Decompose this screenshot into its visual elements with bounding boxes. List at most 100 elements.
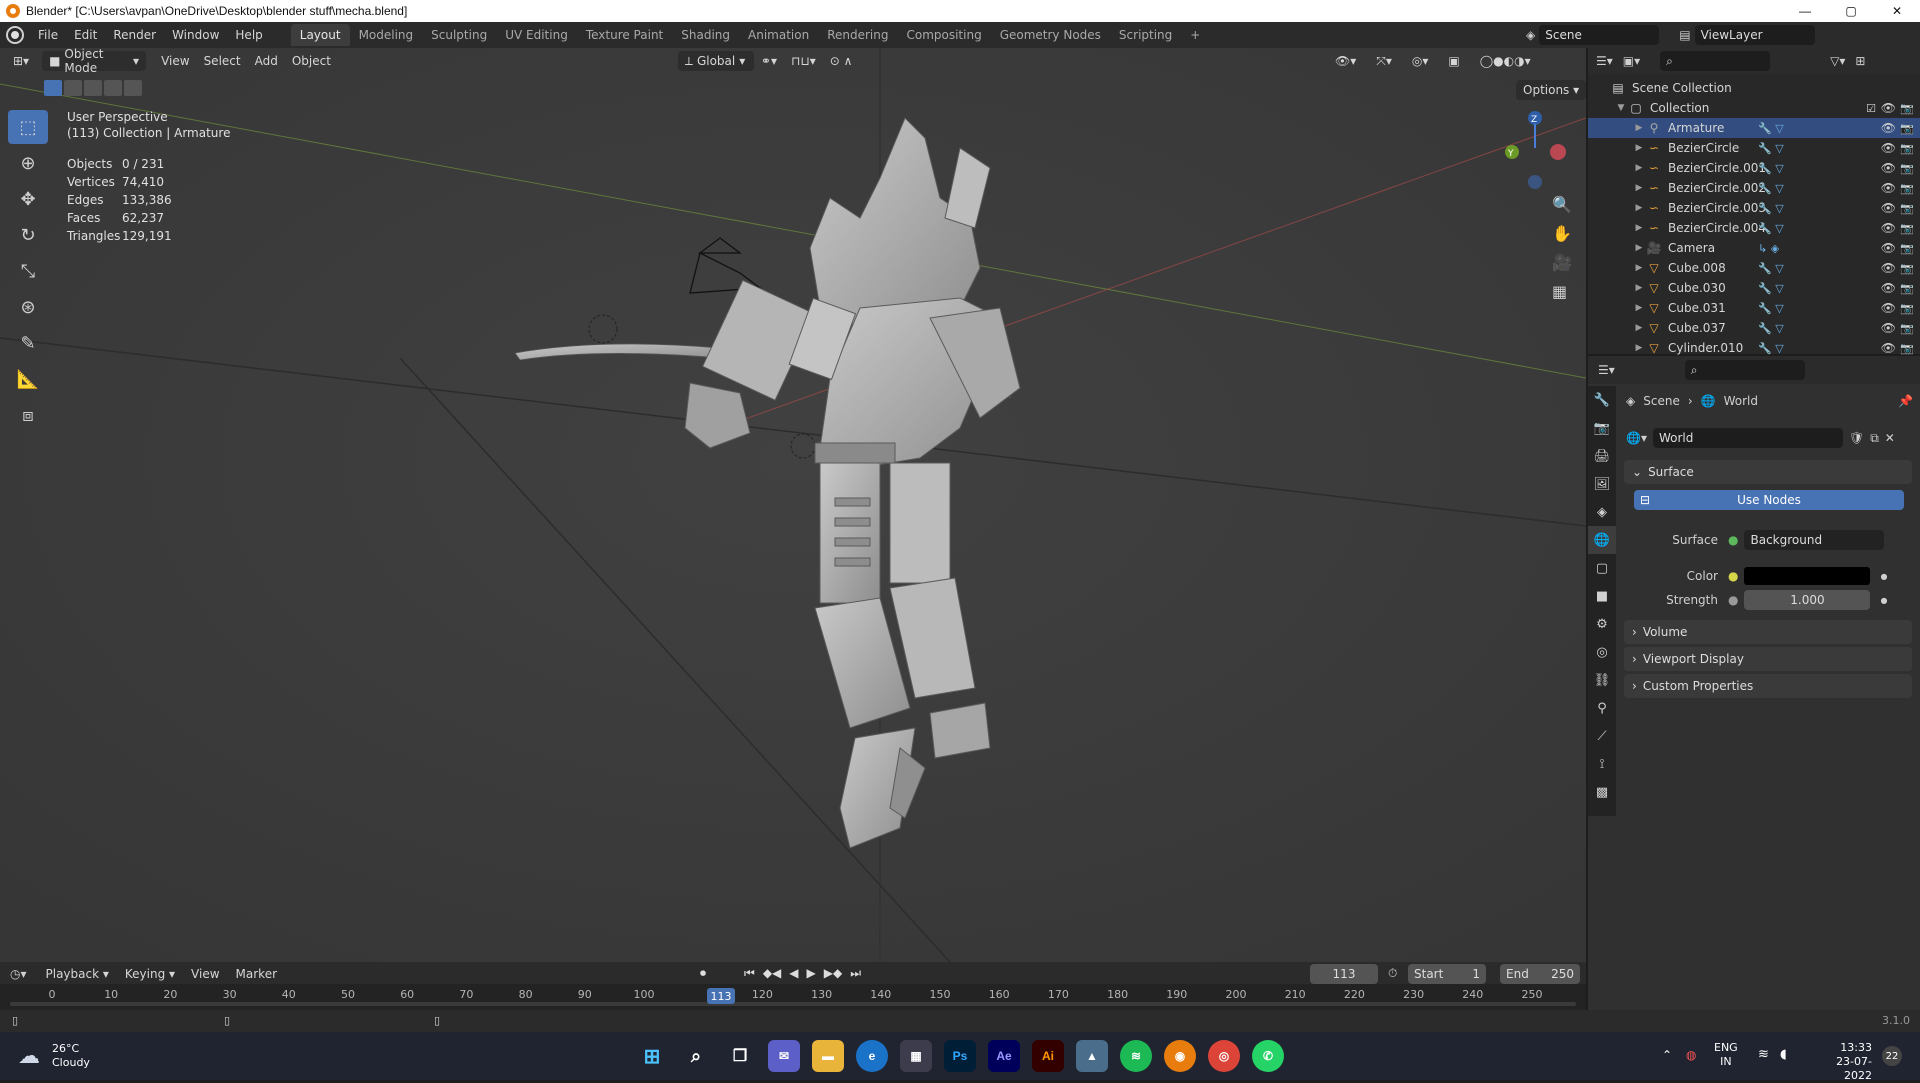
edge-icon[interactable]: e	[856, 1040, 888, 1072]
outliner-item[interactable]: ▶ ▽ Cube.031 🔧 ▽ 👁 📷	[1588, 298, 1920, 318]
shading-modes-icon[interactable]: ◯●◐◑▾	[1473, 51, 1538, 71]
view-layer-tab-icon[interactable]: 🖼	[1588, 470, 1616, 498]
modifier-icon[interactable]: 🔧 ▽	[1758, 162, 1784, 175]
render-camera-icon[interactable]: 📷	[1900, 202, 1914, 215]
outliner-item[interactable]: ▶ ∽ BezierCircle 🔧 ▽ 👁 📷	[1588, 138, 1920, 158]
close-button[interactable]: ✕	[1874, 0, 1920, 22]
expand-icon[interactable]: ▶	[1632, 323, 1646, 333]
record-icon[interactable]: ⏺	[700, 966, 706, 981]
modifier-icon[interactable]: 🔧 ▽	[1758, 342, 1784, 355]
expand-icon[interactable]: ▶	[1632, 223, 1646, 233]
move-tool[interactable]: ✥	[8, 182, 48, 216]
tab-sculpting[interactable]: Sculpting	[422, 24, 496, 46]
outliner-editor-icon[interactable]: ☰▾	[1596, 54, 1613, 68]
volume-icon[interactable]: ◖	[1780, 1047, 1787, 1062]
render-tab-icon[interactable]: 📷	[1588, 414, 1616, 442]
data-tab-icon[interactable]: ⚲	[1588, 694, 1616, 722]
eye-icon[interactable]: 👁	[1881, 141, 1896, 155]
menu-edit[interactable]: Edit	[66, 24, 105, 46]
language-indicator[interactable]: ENG IN	[1714, 1041, 1738, 1069]
menu-help[interactable]: Help	[227, 24, 270, 46]
modifier-icon[interactable]: 🔧 ▽	[1758, 262, 1784, 275]
spotify-icon[interactable]: ≋	[1120, 1040, 1152, 1072]
ortho-grid-icon[interactable]: ▦	[1552, 282, 1572, 301]
eye-icon[interactable]: 👁	[1881, 201, 1896, 215]
modifier-icon[interactable]: 🔧 ▽	[1758, 322, 1784, 335]
overlay-toggle-icon[interactable]: ◎▾	[1405, 51, 1436, 71]
scene-collection-row[interactable]: ▤ Scene Collection	[1588, 78, 1920, 98]
mode-selector[interactable]: ■ Object Mode ▾	[42, 47, 147, 75]
chrome-icon[interactable]: ◎	[1208, 1040, 1240, 1072]
keyframe-dot-icon[interactable]: ●	[1880, 572, 1887, 581]
annotate-tool[interactable]: ✎	[8, 326, 48, 360]
xray-icon[interactable]: ▣	[1441, 51, 1466, 71]
transform-tool[interactable]: ⊛	[8, 290, 48, 324]
constraint-tab-icon[interactable]: ⛓	[1588, 666, 1616, 694]
options-button[interactable]: Options ▾	[1516, 80, 1587, 100]
tool-tab-icon[interactable]: 🔧	[1588, 386, 1616, 414]
custom-properties-panel-header[interactable]: › Custom Properties	[1624, 674, 1912, 698]
render-camera-icon[interactable]: 📷	[1900, 242, 1914, 255]
file-explorer-icon[interactable]: ▬	[812, 1040, 844, 1072]
scene-tab-icon[interactable]: ◈	[1588, 498, 1616, 526]
tray-app-icon[interactable]: ◍	[1686, 1048, 1696, 1062]
menu-object[interactable]: Object	[285, 51, 338, 71]
tab-texture-paint[interactable]: Texture Paint	[577, 24, 672, 46]
render-camera-icon[interactable]: 📷	[1900, 262, 1914, 275]
color-swatch[interactable]	[1744, 567, 1871, 585]
outliner-item[interactable]: ▶ ▽ Cube.008 🔧 ▽ 👁 📷	[1588, 258, 1920, 278]
eye-icon[interactable]: 👁	[1881, 161, 1896, 175]
prev-keyframe-icon[interactable]: ◆◀	[763, 966, 781, 981]
weather-cloud-icon[interactable]: ☁	[18, 1044, 40, 1069]
pan-hand-icon[interactable]: ✋	[1552, 224, 1572, 243]
play-reverse-icon[interactable]: ◀	[789, 966, 798, 981]
menu-view[interactable]: View	[184, 964, 226, 984]
clock-icon[interactable]: ⏱	[1388, 966, 1397, 981]
render-camera-icon[interactable]: 📷	[1900, 342, 1914, 355]
eye-icon[interactable]: 👁	[1881, 281, 1896, 295]
playhead[interactable]: 113	[706, 988, 735, 1004]
expand-icon[interactable]: ▶	[1632, 203, 1646, 213]
tab-animation[interactable]: Animation	[739, 24, 818, 46]
jump-end-icon[interactable]: ⏭	[850, 966, 861, 981]
outliner-item[interactable]: ▶ ∽ BezierCircle.004 🔧 ▽ 👁 📷	[1588, 218, 1920, 238]
new-collection-icon[interactable]: ⊞	[1855, 54, 1865, 68]
camera-view-icon[interactable]: 🎥	[1552, 253, 1572, 272]
proportional-edit-icon[interactable]: ⊙ ∧	[823, 51, 860, 71]
render-camera-icon[interactable]: 📷	[1900, 162, 1914, 175]
bone-constraint-tab-icon[interactable]: ⟟	[1588, 750, 1616, 778]
visibility-icon[interactable]: 👁▾	[1328, 51, 1363, 71]
scene-selector[interactable]: Scene	[1539, 25, 1660, 45]
menu-playback[interactable]: Playback ▾	[39, 964, 116, 984]
viewport-display-panel-header[interactable]: › Viewport Display	[1624, 647, 1912, 671]
outliner-item[interactable]: ▶ ⚲ Armature 🔧 ▽ 👁 📷	[1588, 118, 1920, 138]
eye-icon[interactable]: 👁	[1881, 121, 1896, 135]
eye-icon[interactable]: 👁	[1881, 301, 1896, 315]
selection-mode-buttons[interactable]	[44, 80, 142, 96]
notification-badge[interactable]: 22	[1882, 1046, 1902, 1066]
snap-icon[interactable]: ⊓⊔▾	[784, 51, 823, 71]
expand-icon[interactable]: ▶	[1632, 143, 1646, 153]
properties-editor-icon[interactable]: ☰▾	[1598, 363, 1615, 377]
modifier-tab-icon[interactable]: ⚙	[1588, 610, 1616, 638]
menu-keying[interactable]: Keying ▾	[118, 964, 182, 984]
tab-uv-editing[interactable]: UV Editing	[496, 24, 577, 46]
eye-icon[interactable]: 👁	[1881, 181, 1896, 195]
physics-tab-icon[interactable]: ◎	[1588, 638, 1616, 666]
tab-shading[interactable]: Shading	[672, 24, 739, 46]
start-icon[interactable]: ⊞	[636, 1040, 668, 1072]
eye-icon[interactable]: 👁	[1881, 221, 1896, 235]
pin-icon[interactable]: 📌	[1898, 394, 1913, 408]
clock[interactable]: 13:33 23-07-2022	[1810, 1041, 1872, 1083]
select-box-tool[interactable]: ⬚	[8, 110, 48, 144]
world-tab-icon[interactable]: 🌐	[1588, 526, 1616, 554]
outliner-search[interactable]: ⌕	[1660, 51, 1771, 71]
render-camera-icon[interactable]: 📷	[1900, 282, 1914, 295]
view-layer-selector[interactable]: ViewLayer	[1694, 25, 1815, 45]
maximize-button[interactable]: ▢	[1828, 0, 1874, 22]
photoshop-icon[interactable]: Ps	[944, 1040, 976, 1072]
expand-icon[interactable]: ▼	[1614, 103, 1628, 113]
add-workspace-button[interactable]: +	[1181, 24, 1209, 46]
next-keyframe-icon[interactable]: ▶◆	[824, 966, 842, 981]
store-icon[interactable]: ▦	[900, 1040, 932, 1072]
